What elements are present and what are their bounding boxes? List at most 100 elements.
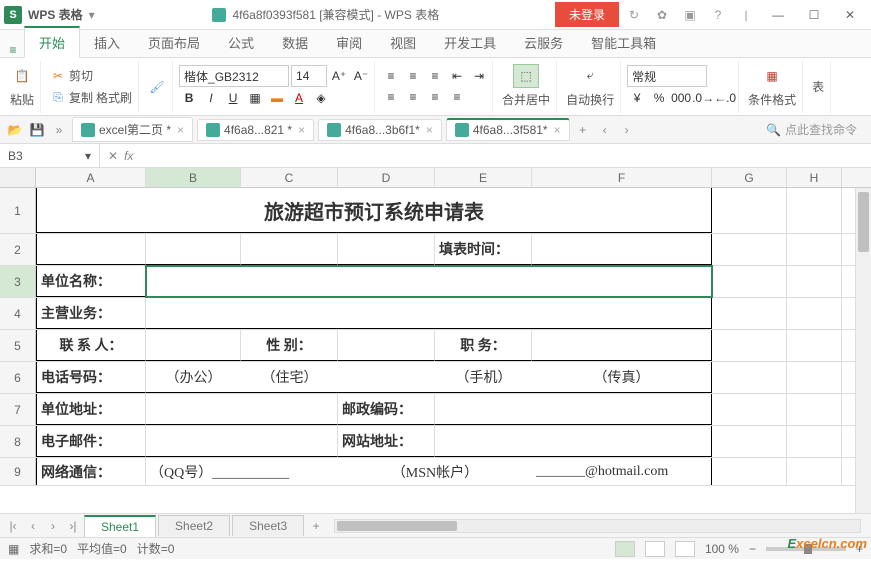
col-C[interactable]: C (241, 168, 338, 187)
tab-nav-left-icon[interactable]: ‹ (596, 121, 614, 139)
cell-G3[interactable] (712, 266, 787, 297)
cell-D7[interactable]: 邮政编码： (338, 394, 435, 425)
tab-formulas[interactable]: 公式 (214, 28, 268, 57)
view-page-break-button[interactable] (675, 541, 695, 557)
close-button[interactable]: ✕ (833, 2, 867, 28)
cell-A8[interactable]: 电子邮件： (36, 426, 146, 457)
cell-A2[interactable] (36, 234, 146, 265)
cell-D6[interactable] (338, 362, 435, 393)
table-style-button[interactable]: 表 (809, 76, 827, 97)
sheet-tab-1[interactable]: Sheet1 (84, 515, 156, 537)
tab-smart-tools[interactable]: 智能工具箱 (577, 28, 670, 57)
maximize-button[interactable]: ☐ (797, 2, 831, 28)
cell-H6[interactable] (787, 362, 842, 393)
clear-format-button[interactable]: ◈ (311, 88, 331, 108)
cell-BC9[interactable]: （QQ号）___________ (146, 458, 338, 485)
cell-B6[interactable]: （办公） (146, 362, 241, 393)
cell-D2[interactable] (338, 234, 435, 265)
file-menu-icon[interactable]: ≡ (2, 43, 24, 57)
wrap-text-button[interactable]: 自动换行 (563, 89, 617, 110)
paste-icon[interactable]: 📋 (10, 64, 34, 88)
sheet-nav-last-icon[interactable]: ›| (64, 517, 82, 535)
command-search[interactable]: 🔍 点此查找命令 (766, 121, 865, 138)
cell-E2[interactable]: 填表时间： (435, 234, 532, 265)
cell-B5[interactable] (146, 330, 241, 361)
copy-button[interactable]: ⎘复制 格式刷 (47, 87, 135, 108)
cell-F2[interactable] (532, 234, 712, 265)
doctabs-more-icon[interactable]: » (50, 121, 68, 139)
cell-G6[interactable] (712, 362, 787, 393)
name-box[interactable]: B3 ▾ (0, 144, 100, 167)
indent-decrease-button[interactable]: ⇤ (447, 66, 467, 86)
fx-cancel-icon[interactable]: ✕ (108, 149, 118, 163)
number-format-select[interactable]: 常规 (627, 65, 707, 87)
conditional-format-button[interactable]: 条件格式 (745, 89, 799, 110)
fill-color-button[interactable]: ▬ (267, 88, 287, 108)
doctab-0[interactable]: excel第二页 *× (72, 117, 193, 142)
merge-center-button[interactable]: ⬚ (513, 64, 538, 88)
add-sheet-button[interactable]: + (306, 516, 326, 536)
cell-H3[interactable] (787, 266, 842, 297)
cell-G2[interactable] (712, 234, 787, 265)
align-center-button[interactable]: ≡ (403, 87, 423, 107)
cell-H5[interactable] (787, 330, 842, 361)
cell-E5[interactable]: 职 务： (435, 330, 532, 361)
paste-button[interactable]: 粘贴 (7, 89, 37, 110)
save-icon[interactable]: 💾 (28, 121, 46, 139)
open-folder-icon[interactable]: 📂 (6, 121, 24, 139)
row-9-header[interactable]: 9 (0, 458, 36, 485)
percent-button[interactable]: % (649, 88, 669, 108)
merge-center-label[interactable]: 合并居中 (499, 89, 553, 110)
cell-A3[interactable]: 单位名称： (36, 266, 146, 297)
cell-D5[interactable] (338, 330, 435, 361)
cell-H2[interactable] (787, 234, 842, 265)
col-B[interactable]: B (146, 168, 241, 187)
align-top-button[interactable]: ≡ (381, 66, 401, 86)
cell-F5[interactable] (532, 330, 712, 361)
cell-G8[interactable] (712, 426, 787, 457)
tab-developer[interactable]: 开发工具 (430, 28, 510, 57)
cell-EF8[interactable] (435, 426, 712, 457)
col-F[interactable]: F (532, 168, 712, 187)
indent-increase-button[interactable]: ⇥ (469, 66, 489, 86)
wrap-text-icon[interactable]: ⤶ (578, 64, 602, 88)
sheet-nav-first-icon[interactable]: |‹ (4, 517, 22, 535)
row-3-header[interactable]: 3 (0, 266, 36, 297)
cell-A5[interactable]: 联 系 人： (36, 330, 146, 361)
row-2-header[interactable]: 2 (0, 234, 36, 265)
doctab-1[interactable]: 4f6a8...821 *× (197, 119, 314, 141)
namebox-drop-icon[interactable]: ▾ (85, 149, 91, 163)
minimize-button[interactable]: — (761, 2, 795, 28)
status-menu-icon[interactable]: ▦ (8, 542, 19, 556)
font-color-button[interactable]: A (289, 88, 309, 108)
tab-page-layout[interactable]: 页面布局 (134, 28, 214, 57)
cell-H4[interactable] (787, 298, 842, 329)
settings-icon[interactable]: ✿ (649, 2, 675, 28)
tab-home[interactable]: 开始 (24, 26, 80, 58)
fx-icon[interactable]: fx (124, 149, 133, 163)
cut-button[interactable]: ✂剪切 (47, 65, 135, 86)
cell-H7[interactable] (787, 394, 842, 425)
cell-H1[interactable] (787, 188, 842, 233)
col-H[interactable]: H (787, 168, 842, 187)
align-bottom-button[interactable]: ≡ (425, 66, 445, 86)
align-left-button[interactable]: ≡ (381, 87, 401, 107)
sheet-tab-2[interactable]: Sheet2 (158, 515, 230, 536)
row-4-header[interactable]: 4 (0, 298, 36, 329)
cell-F9[interactable]: _______@hotmail.com (532, 458, 712, 485)
scrollbar-thumb[interactable] (337, 521, 457, 531)
font-size-select[interactable]: 14 (291, 65, 327, 87)
new-tab-button[interactable]: + (574, 121, 592, 139)
cell-BC7[interactable] (146, 394, 338, 425)
tab-insert[interactable]: 插入 (80, 28, 134, 57)
skin-icon[interactable]: ▣ (677, 2, 703, 28)
sheet-nav-prev-icon[interactable]: ‹ (24, 517, 42, 535)
zoom-level[interactable]: 100 % (705, 542, 739, 556)
comma-button[interactable]: 000 (671, 88, 691, 108)
cell-A9[interactable]: 网络通信： (36, 458, 146, 485)
increase-decimal-button[interactable]: .0→ (693, 88, 713, 108)
cell-C6[interactable]: （住宅） (241, 362, 338, 393)
close-tab-icon[interactable]: × (426, 123, 433, 137)
cell-G9[interactable] (712, 458, 787, 485)
tab-view[interactable]: 视图 (376, 28, 430, 57)
